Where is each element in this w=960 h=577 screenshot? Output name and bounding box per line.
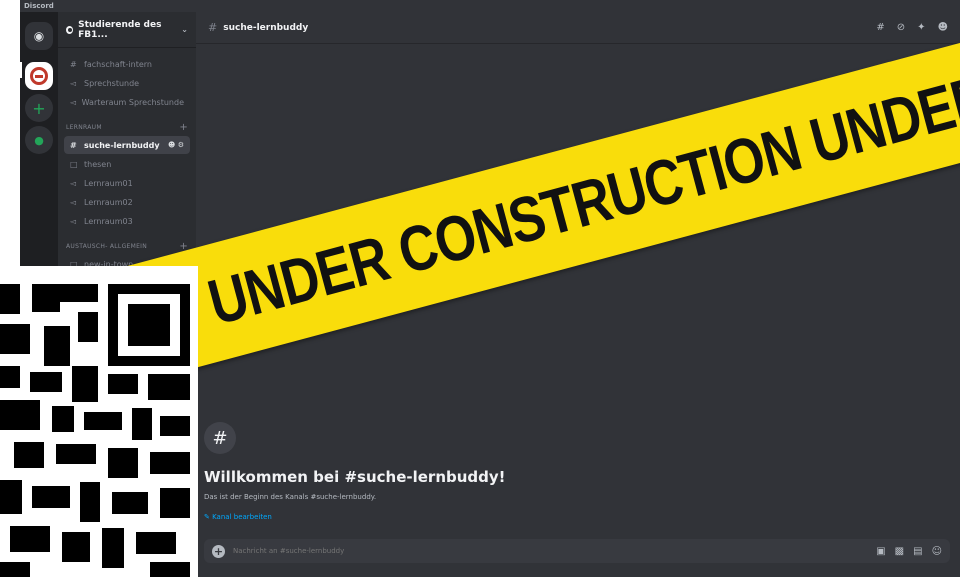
speaker-icon: ◅ — [70, 197, 77, 207]
pin-icon[interactable]: ✦ — [917, 22, 925, 33]
server-icon[interactable] — [25, 62, 53, 90]
channel-lernraum01[interactable]: ◅ Lernraum01 — [64, 174, 190, 192]
channel-warteraum[interactable]: ◅ Warteraum Sprechstunde — [64, 93, 190, 111]
app-label: Discord — [24, 2, 54, 10]
speaker-icon: ◅ — [70, 97, 77, 107]
toolbar: # ⊘ ✦ ☻ — [876, 22, 948, 33]
invite-settings-icons[interactable]: ☻ ⚙ — [168, 141, 184, 149]
message-input[interactable] — [233, 547, 877, 555]
channel-title: suche-lernbuddy — [223, 22, 309, 33]
channel-label: Lernraum02 — [84, 197, 133, 207]
gift-icon[interactable]: ▣ — [876, 546, 885, 557]
notification-bell-icon[interactable]: ⊘ — [897, 22, 905, 33]
add-channel-icon[interactable]: + — [179, 122, 188, 133]
gif-icon[interactable]: ▩ — [895, 546, 904, 557]
threads-icon[interactable]: # — [876, 22, 884, 33]
channel-suche-lernbuddy[interactable]: # suche-lernbuddy ☻ ⚙ — [64, 136, 190, 154]
server-name: Studierende des FB1... — [78, 19, 162, 40]
add-attachment-icon[interactable]: + — [212, 544, 225, 558]
category-label: LERNRAUM — [66, 123, 102, 131]
channel-label: Warteraum Sprechstunde — [81, 97, 184, 107]
speaker-icon: ◅ — [70, 216, 77, 226]
channel-sprechstunde[interactable]: ◅ Sprechstunde — [64, 74, 190, 92]
edit-link-label: Kanal bearbeiten — [212, 513, 272, 521]
text-channel-icon: # — [70, 140, 77, 150]
explore-servers-icon[interactable]: ● — [25, 126, 53, 154]
category-austausch[interactable]: AUSTAUSCH- ALLGEMEIN + — [58, 238, 196, 254]
welcome-title: Willkommen bei #suche-lernbuddy! — [204, 468, 506, 486]
server-header[interactable]: Studierende des FB1... ⌄ — [58, 12, 196, 48]
speaker-icon: ◅ — [70, 178, 77, 188]
composer-tools: ▣ ▩ ▤ ☺ — [876, 546, 942, 557]
cropped-logo — [0, 62, 22, 78]
channel-label: Sprechstunde — [84, 78, 140, 88]
channel-topbar: # suche-lernbuddy # ⊘ ✦ ☻ — [196, 12, 960, 44]
text-channel-icon: # — [208, 21, 218, 34]
channel-label: Lernraum03 — [84, 216, 133, 226]
qr-code — [0, 266, 198, 577]
channel-thesen[interactable]: □ thesen — [64, 155, 190, 173]
category-label: AUSTAUSCH- ALLGEMEIN — [66, 242, 148, 250]
channel-label: Lernraum01 — [84, 178, 133, 188]
server-logo-icon — [30, 67, 48, 85]
sticker-icon[interactable]: ▤ — [913, 546, 922, 557]
channel-label: fachschaft-intern — [84, 59, 152, 69]
message-composer: + ▣ ▩ ▤ ☺ — [204, 539, 950, 563]
text-channel-icon: # — [70, 59, 77, 69]
add-server-icon[interactable]: + — [25, 94, 53, 122]
emoji-icon[interactable]: ☺ — [932, 546, 942, 557]
category-lernraum[interactable]: LERNRAUM + — [58, 119, 196, 135]
channel-label: thesen — [84, 159, 112, 169]
member-list-icon[interactable]: ☻ — [938, 22, 948, 33]
server-badge-icon — [66, 25, 74, 34]
discord-home-icon[interactable]: ◉ — [25, 22, 53, 50]
edit-channel-link[interactable]: ✎ Kanal bearbeiten — [204, 513, 272, 521]
channel-lernraum02[interactable]: ◅ Lernraum02 — [64, 193, 190, 211]
qr-code-pattern — [0, 266, 198, 577]
channel-hash-icon: # — [204, 422, 236, 454]
welcome-subtitle: Das ist der Beginn des Kanals #suche-ler… — [204, 493, 377, 501]
forum-icon: □ — [70, 159, 78, 169]
channel-label: suche-lernbuddy — [84, 140, 160, 150]
speaker-icon: ◅ — [70, 78, 77, 88]
chevron-down-icon[interactable]: ⌄ — [181, 25, 188, 34]
channel-lernraum03[interactable]: ◅ Lernraum03 — [64, 212, 190, 230]
channel-fachschaft-intern[interactable]: # fachschaft-intern — [64, 55, 190, 73]
